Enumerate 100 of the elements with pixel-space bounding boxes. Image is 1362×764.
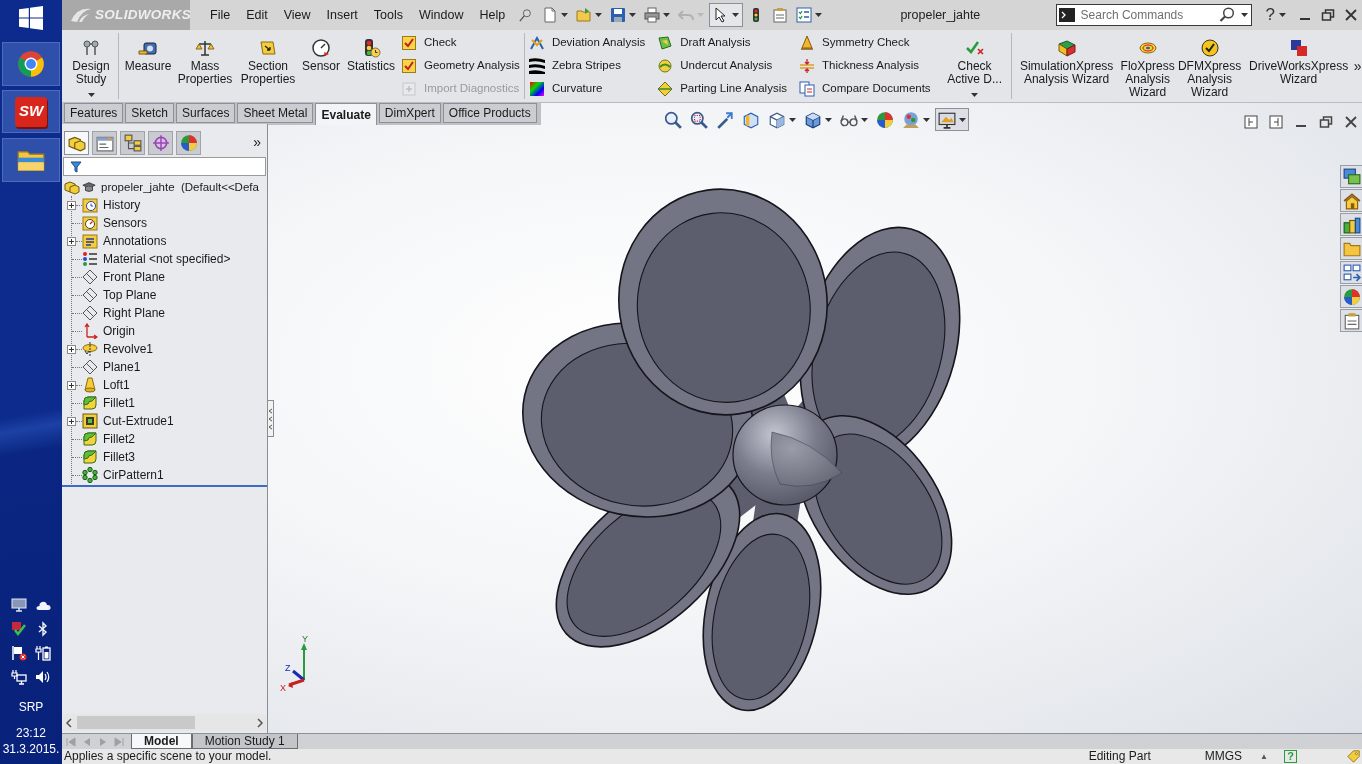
ribbon-button[interactable]: Mass Properties [175, 30, 235, 100]
clock-time[interactable]: 23:12 [16, 725, 46, 741]
more-button[interactable]: » [253, 132, 261, 153]
ribbon-button[interactable]: Deviation Analysis [528, 31, 646, 54]
ribbon-button[interactable]: Symmetry Check [798, 31, 931, 54]
restore-icon[interactable] [1321, 8, 1335, 22]
tree-item[interactable]: propeler_jahte (Default<<Defa [101, 179, 259, 195]
scroll-right-icon[interactable] [256, 717, 264, 728]
ribbon-button[interactable]: Undercut Analysis [657, 54, 787, 77]
tab[interactable]: Evaluate [315, 103, 377, 125]
panel-tab[interactable] [176, 130, 201, 155]
ribbon-button[interactable]: Measure [123, 30, 173, 100]
expand-icon[interactable] [67, 236, 76, 246]
toolbar-button[interactable] [709, 3, 744, 27]
taskbar-tile[interactable]: SW [2, 90, 60, 133]
language-indicator[interactable]: SRP [18, 699, 44, 715]
ribbon-button[interactable]: Section Properties [237, 30, 299, 100]
ribbon-button[interactable]: Statistics [343, 30, 399, 100]
panel-tab[interactable] [92, 130, 117, 155]
tab[interactable]: Motion Study 1 [191, 734, 298, 749]
ribbon-button[interactable]: Design Study [68, 30, 114, 100]
menu-item[interactable]: Help [479, 7, 506, 23]
expand-icon[interactable] [67, 416, 76, 426]
ribbon-button[interactable]: Check [401, 31, 520, 54]
ribbon-button[interactable]: Geometry Analysis [401, 54, 520, 77]
menu-item[interactable]: Window [419, 7, 464, 23]
ribbon-button[interactable]: Compare Documents [798, 77, 931, 100]
scrollbar-thumb[interactable] [77, 716, 195, 729]
taskbar-tile[interactable] [2, 138, 60, 182]
expand-icon[interactable] [67, 380, 76, 390]
menu-item[interactable]: Insert [326, 7, 358, 23]
tab[interactable]: DimXpert [378, 103, 441, 123]
units-indicator[interactable]: MMGS [1204, 749, 1243, 764]
tree-item[interactable]: Revolve1 [103, 341, 154, 357]
overlapping-windows-icon[interactable] [1342, 167, 1361, 186]
tree-item[interactable]: Fillet1 [103, 395, 135, 411]
tree-item[interactable]: Top Plane [103, 287, 157, 303]
more-button[interactable]: » [1353, 56, 1362, 77]
tree-item[interactable]: Cut-Extrude1 [103, 413, 174, 429]
tab[interactable]: Sheet Metal [237, 103, 314, 123]
expand-icon[interactable] [67, 200, 76, 210]
clipboard-icon[interactable] [1342, 311, 1361, 330]
ribbon-button[interactable]: FloXpress Analysis Wizard [1119, 30, 1176, 100]
ribbon-button[interactable]: DFMXpress Analysis Wizard [1177, 30, 1242, 100]
taskbar-tile[interactable] [2, 42, 60, 86]
tab[interactable]: Sketch [125, 103, 175, 123]
caret-icon[interactable] [1279, 13, 1286, 17]
tree-item[interactable]: CirPattern1 [103, 467, 164, 483]
ribbon-button[interactable]: Sensor [301, 30, 341, 100]
units-menu-arrow[interactable]: ▲ [1260, 749, 1268, 764]
menu-item[interactable]: File [210, 7, 231, 23]
tree-item[interactable]: Sensors [103, 215, 148, 231]
grid-arrow-icon[interactable] [1342, 263, 1361, 282]
tab[interactable]: Office Products [442, 103, 537, 123]
close-icon[interactable] [1344, 114, 1358, 129]
menu-item[interactable]: Edit [246, 7, 268, 23]
panel-tab[interactable] [64, 130, 89, 155]
close-icon[interactable] [1344, 8, 1358, 22]
tree-item[interactable]: History [103, 197, 141, 213]
help-button[interactable]: ? [1265, 6, 1275, 24]
ribbon-button[interactable]: Check Active D... [942, 30, 1007, 100]
toolbar-button[interactable] [935, 108, 969, 131]
speaker-icon[interactable] [35, 669, 51, 685]
filter-field[interactable] [63, 157, 266, 176]
tree-item[interactable]: Loft1 [103, 377, 130, 393]
pushpin-icon[interactable] [519, 8, 534, 22]
tree-item[interactable]: Fillet3 [103, 449, 135, 465]
battery-plug-icon[interactable] [35, 645, 51, 661]
windows-logo-icon[interactable] [19, 6, 43, 30]
tab[interactable]: Features [64, 103, 124, 123]
check-badge-icon[interactable] [11, 621, 27, 637]
clock-date[interactable]: 31.3.2015. [2, 741, 60, 757]
ribbon-button[interactable]: Curvature [528, 77, 646, 100]
ribbon-button[interactable]: Thickness Analysis [798, 54, 931, 77]
horizontal-scrollbar[interactable] [63, 714, 266, 731]
menu-item[interactable]: View [283, 7, 311, 23]
ribbon-button[interactable]: Draft Analysis [657, 31, 787, 54]
tree-item[interactable]: Right Plane [103, 305, 166, 321]
split-left-icon[interactable] [1244, 114, 1258, 129]
tab[interactable]: Surfaces [176, 103, 236, 123]
flag-icon[interactable] [11, 645, 27, 661]
tree-item[interactable]: Fillet2 [103, 431, 135, 447]
panel-tab[interactable] [148, 130, 173, 155]
scroll-left-icon[interactable] [65, 717, 73, 728]
ribbon-button[interactable]: Parting Line Analysis [657, 77, 787, 100]
tree-item[interactable]: Origin [103, 323, 135, 339]
tree-item[interactable]: Front Plane [103, 269, 166, 285]
home-icon[interactable] [1342, 191, 1361, 210]
tree-item[interactable]: Material <not specified> [103, 251, 231, 267]
menu-item[interactable]: Tools [373, 7, 404, 23]
splitter-handle-icon[interactable] [267, 400, 274, 437]
ribbon-button[interactable]: Zebra Stripes [528, 54, 646, 77]
panel-tab[interactable] [120, 130, 145, 155]
expand-icon[interactable] [67, 344, 76, 354]
monitor-icon[interactable] [11, 597, 27, 613]
tree-item[interactable]: Annotations [103, 233, 167, 249]
split-right-icon[interactable] [1269, 114, 1283, 129]
bar-chart-icon[interactable] [1342, 215, 1361, 234]
tree-item[interactable]: Plane1 [103, 359, 141, 375]
restore-icon[interactable] [1319, 114, 1333, 129]
